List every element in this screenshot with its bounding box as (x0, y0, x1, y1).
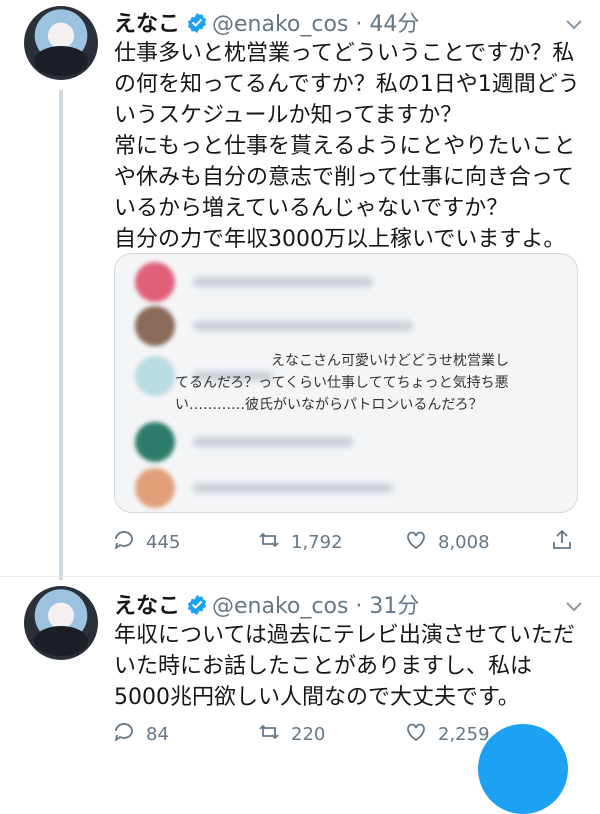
retweet-icon (257, 528, 281, 557)
tweet-divider (0, 576, 600, 577)
display-name[interactable]: えなこ (114, 594, 180, 619)
display-name[interactable]: えなこ (114, 12, 180, 37)
embedded-reply-text-continued: てるんだろ？ってくらい仕事しててちょっと気持ち悪い…………彼氏がいながらパトロン… (175, 375, 509, 413)
handle[interactable]: @enako_cos (212, 594, 348, 619)
compose-button[interactable] (478, 724, 568, 814)
retweet-icon (257, 720, 281, 749)
verified-badge-icon (186, 594, 208, 622)
separator: · (355, 12, 363, 37)
like-icon (404, 720, 428, 749)
timestamp[interactable]: 44分 (369, 12, 419, 37)
reply-icon (112, 720, 136, 749)
like-icon (404, 528, 428, 557)
avatar[interactable] (24, 586, 98, 660)
tweet-header: えなこ @enako_cos · 31分 (114, 588, 419, 622)
thread-line (59, 90, 63, 580)
blurred-reply (135, 468, 393, 508)
retweet-count: 220 (291, 724, 326, 745)
reply-count: 445 (146, 532, 181, 553)
timestamp[interactable]: 31分 (369, 594, 419, 619)
like-count: 2,259 (438, 724, 490, 745)
share-icon (550, 528, 574, 557)
chevron-down-icon[interactable] (562, 594, 586, 618)
verified-badge-icon (186, 12, 208, 40)
separator: · (355, 594, 363, 619)
tweet-header: えなこ @enako_cos · 44分 (114, 6, 419, 40)
chevron-down-icon[interactable] (562, 12, 586, 36)
reply-button[interactable]: 445 (112, 528, 180, 557)
share-button[interactable] (550, 528, 574, 557)
tweet-text: 年収については過去にテレビ出演させていただいた時にお話したことがありますし、私は… (114, 623, 575, 710)
handle[interactable]: @enako_cos (212, 12, 348, 37)
blurred-reply (135, 306, 413, 346)
avatar[interactable] (24, 6, 98, 80)
retweet-button[interactable]: 220 (257, 720, 325, 749)
blurred-reply (135, 262, 373, 302)
like-count: 8,008 (438, 532, 490, 553)
tweet-actions: 445 1,792 8,008 (112, 528, 582, 558)
reply-icon (112, 528, 136, 557)
retweet-button[interactable]: 1,792 (257, 528, 343, 557)
blurred-reply (135, 422, 353, 462)
reply-button[interactable]: 84 (112, 720, 169, 749)
embedded-screenshot[interactable]: えなこさん可愛いけどどうせ枕営業し てるんだろ？ってくらい仕事しててちょっと気持… (114, 253, 578, 513)
tweet-text: 仕事多いと枕営業ってどういうことですか？私の何を知ってるんですか？私の1日や1週… (114, 41, 580, 252)
embedded-reply-text: えなこさん可愛いけどどうせ枕営業し (271, 353, 509, 369)
like-button[interactable]: 2,259 (404, 720, 490, 749)
like-button[interactable]: 8,008 (404, 528, 490, 557)
retweet-count: 1,792 (291, 532, 343, 553)
reply-count: 84 (146, 724, 169, 745)
